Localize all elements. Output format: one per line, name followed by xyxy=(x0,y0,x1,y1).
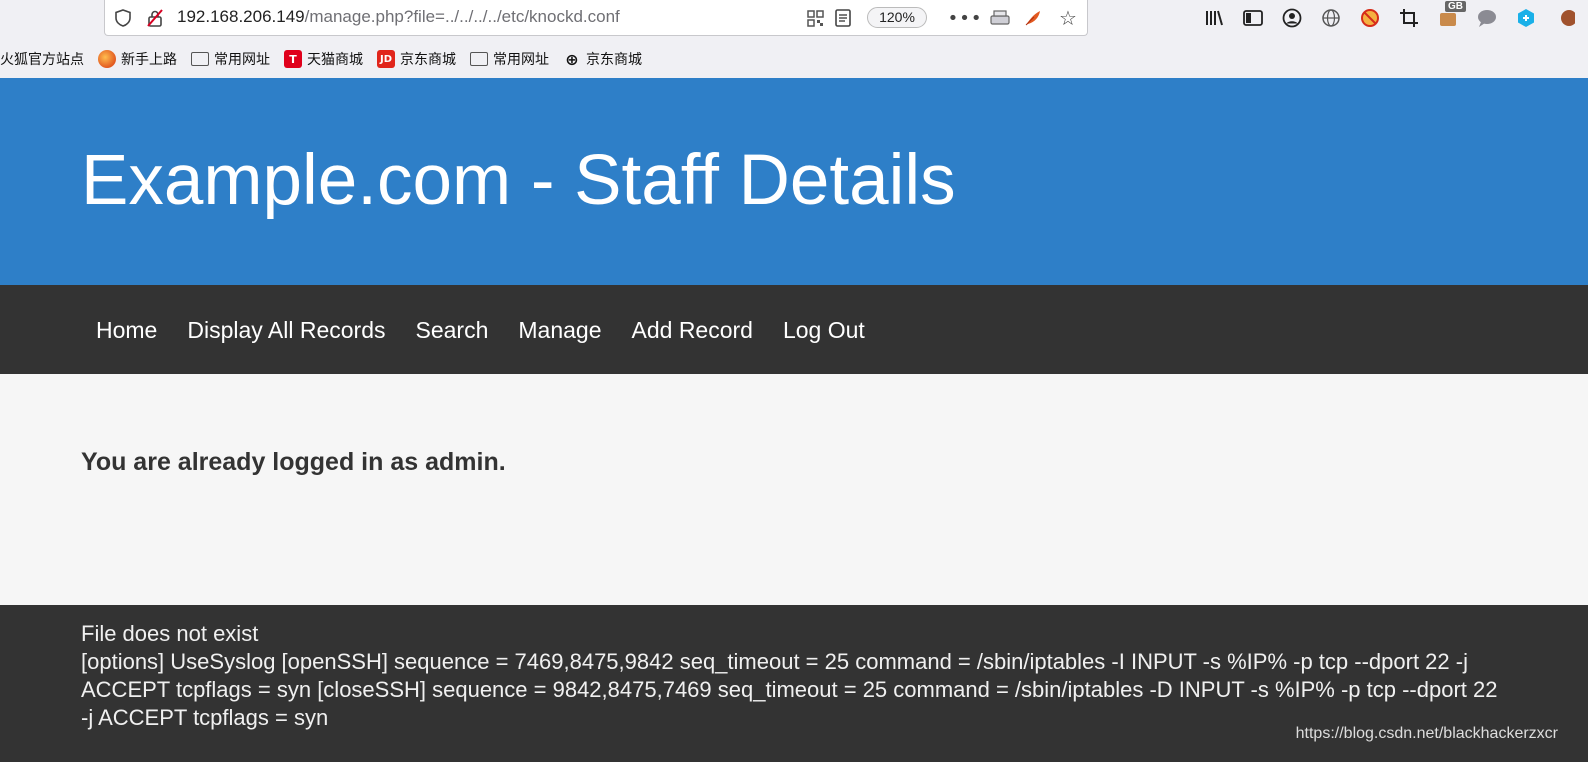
url-host: 192.168.206.149 xyxy=(177,7,305,26)
browser-chrome: 192.168.206.149/manage.php?file=../../..… xyxy=(0,0,1588,78)
jd-icon: JD xyxy=(377,50,395,68)
bookmark-jd-2[interactable]: ⊕ 京东商城 xyxy=(563,49,642,69)
sidebar-toggle-icon[interactable] xyxy=(1239,6,1266,30)
url-path: /manage.php?file=../../../../etc/knockd.… xyxy=(304,7,620,26)
nav-manage[interactable]: Manage xyxy=(503,315,616,345)
login-status-message: You are already logged in as admin. xyxy=(81,448,506,476)
bookmarks-bar: 火狐官方站点 新手上路 常用网址 T 天猫商城 JD 京东商城 常用网址 ⊕ 京… xyxy=(0,46,642,72)
more-actions-icon[interactable]: ••• xyxy=(948,8,982,29)
file-output: File does not exist [options] UseSyslog … xyxy=(81,620,1501,732)
translate-extension-icon[interactable] xyxy=(1512,6,1539,30)
bookmark-label: 常用网址 xyxy=(214,51,270,67)
main-nav: Home Display All Records Search Manage A… xyxy=(0,285,1588,374)
bookmark-label: 火狐官方站点 xyxy=(0,51,84,67)
bookmark-firefox-official[interactable]: 火狐官方站点 xyxy=(0,49,84,69)
file-error-line: File does not exist xyxy=(81,621,259,646)
firefox-icon xyxy=(98,50,116,68)
nav-add-record[interactable]: Add Record xyxy=(617,315,768,345)
extension-badge: GB xyxy=(1445,1,1466,12)
qr-code-icon[interactable] xyxy=(805,8,825,28)
watermark-url: https://blog.csdn.net/blackhackerzxcr xyxy=(1295,725,1558,742)
folder-icon xyxy=(470,52,488,66)
bookmark-tmall[interactable]: T 天猫商城 xyxy=(284,49,363,69)
crop-icon[interactable] xyxy=(1395,6,1422,30)
extension-gb-icon[interactable]: GB xyxy=(1434,1,1466,30)
bookmark-folder-common-sites-2[interactable]: 常用网址 xyxy=(470,49,549,69)
nav-display-all-records[interactable]: Display All Records xyxy=(172,315,400,345)
page-footer: File does not exist [options] UseSyslog … xyxy=(0,605,1588,762)
avatar-extension-icon[interactable] xyxy=(1551,6,1578,30)
bookmark-label: 京东商城 xyxy=(586,51,642,67)
bookmark-jd[interactable]: JD 京东商城 xyxy=(377,49,456,69)
nav-search[interactable]: Search xyxy=(401,315,504,345)
bookmark-label: 新手上路 xyxy=(121,51,177,67)
bookmark-folder-common-sites[interactable]: 常用网址 xyxy=(191,49,270,69)
file-content-text: [options] UseSyslog [openSSH] sequence =… xyxy=(81,649,1498,730)
folder-icon xyxy=(191,52,209,66)
reader-view-icon[interactable] xyxy=(833,8,853,28)
feather-icon[interactable] xyxy=(1023,8,1043,28)
zoom-level-badge[interactable]: 120% xyxy=(867,7,927,28)
bookmark-label: 京东商城 xyxy=(400,51,456,67)
globe-icon: ⊕ xyxy=(565,49,579,69)
chat-bubble-icon[interactable] xyxy=(1473,6,1500,30)
block-tracker-icon[interactable] xyxy=(1356,6,1383,30)
site-title: Example.com - Staff Details xyxy=(81,141,956,220)
network-globe-icon[interactable] xyxy=(1317,6,1344,30)
insecure-connection-icon[interactable] xyxy=(145,8,165,28)
browser-toolbar: GB xyxy=(1200,1,1578,30)
url-bar[interactable]: 192.168.206.149/manage.php?file=../../..… xyxy=(104,0,1088,36)
account-icon[interactable] xyxy=(1278,6,1305,30)
bookmark-label: 天猫商城 xyxy=(307,51,363,67)
nav-log-out[interactable]: Log Out xyxy=(768,315,880,345)
main-content: You are already logged in as admin. xyxy=(0,374,1588,605)
site-header: Example.com - Staff Details xyxy=(0,78,1588,285)
bookmark-label: 常用网址 xyxy=(493,51,549,67)
screenshot-drive-icon[interactable] xyxy=(990,8,1010,28)
tmall-icon: T xyxy=(284,50,302,68)
url-text[interactable]: 192.168.206.149/manage.php?file=../../..… xyxy=(177,7,620,27)
bookmark-getting-started[interactable]: 新手上路 xyxy=(98,49,177,69)
nav-home[interactable]: Home xyxy=(81,315,172,345)
library-icon[interactable] xyxy=(1200,6,1227,30)
bookmark-star-icon[interactable]: ☆ xyxy=(1058,6,1078,30)
shield-icon[interactable] xyxy=(113,8,133,28)
